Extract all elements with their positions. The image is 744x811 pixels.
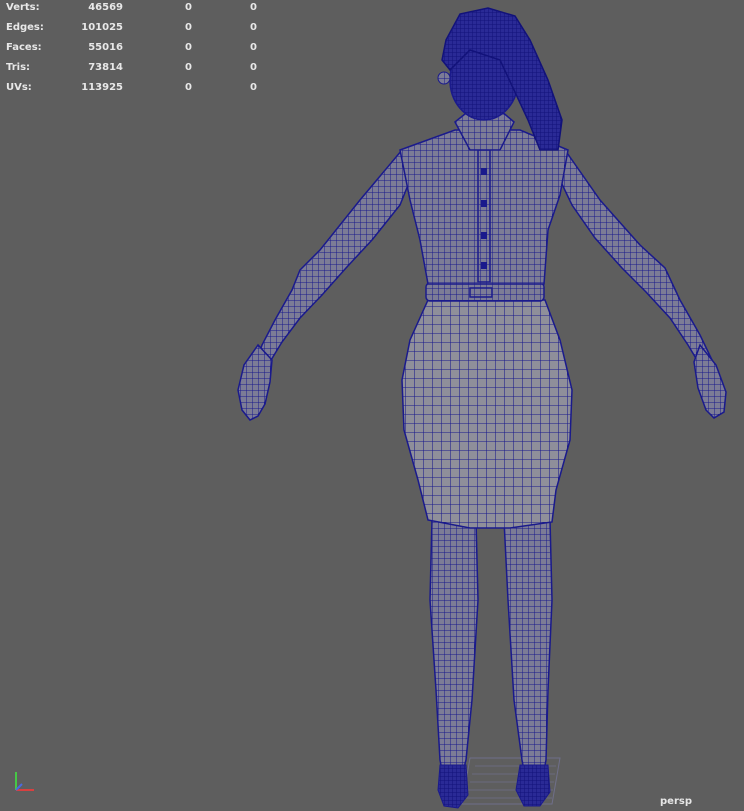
left-arm (256, 148, 411, 366)
camera-name-label: persp (660, 796, 692, 807)
left-shoe (437, 764, 469, 809)
left-leg (429, 519, 479, 793)
right-arm (559, 148, 714, 366)
view-axis-gizmo-icon (15, 772, 34, 791)
right-shoe (515, 764, 551, 807)
viewport-panel[interactable]: Verts: 46569 0 0 Edges: 101025 0 0 Faces… (0, 0, 744, 811)
belt (425, 282, 545, 302)
right-leg (503, 519, 553, 793)
skirt (401, 299, 573, 529)
left-hand (237, 343, 273, 421)
ear (437, 71, 451, 85)
character-wireframe-model[interactable] (0, 0, 744, 811)
